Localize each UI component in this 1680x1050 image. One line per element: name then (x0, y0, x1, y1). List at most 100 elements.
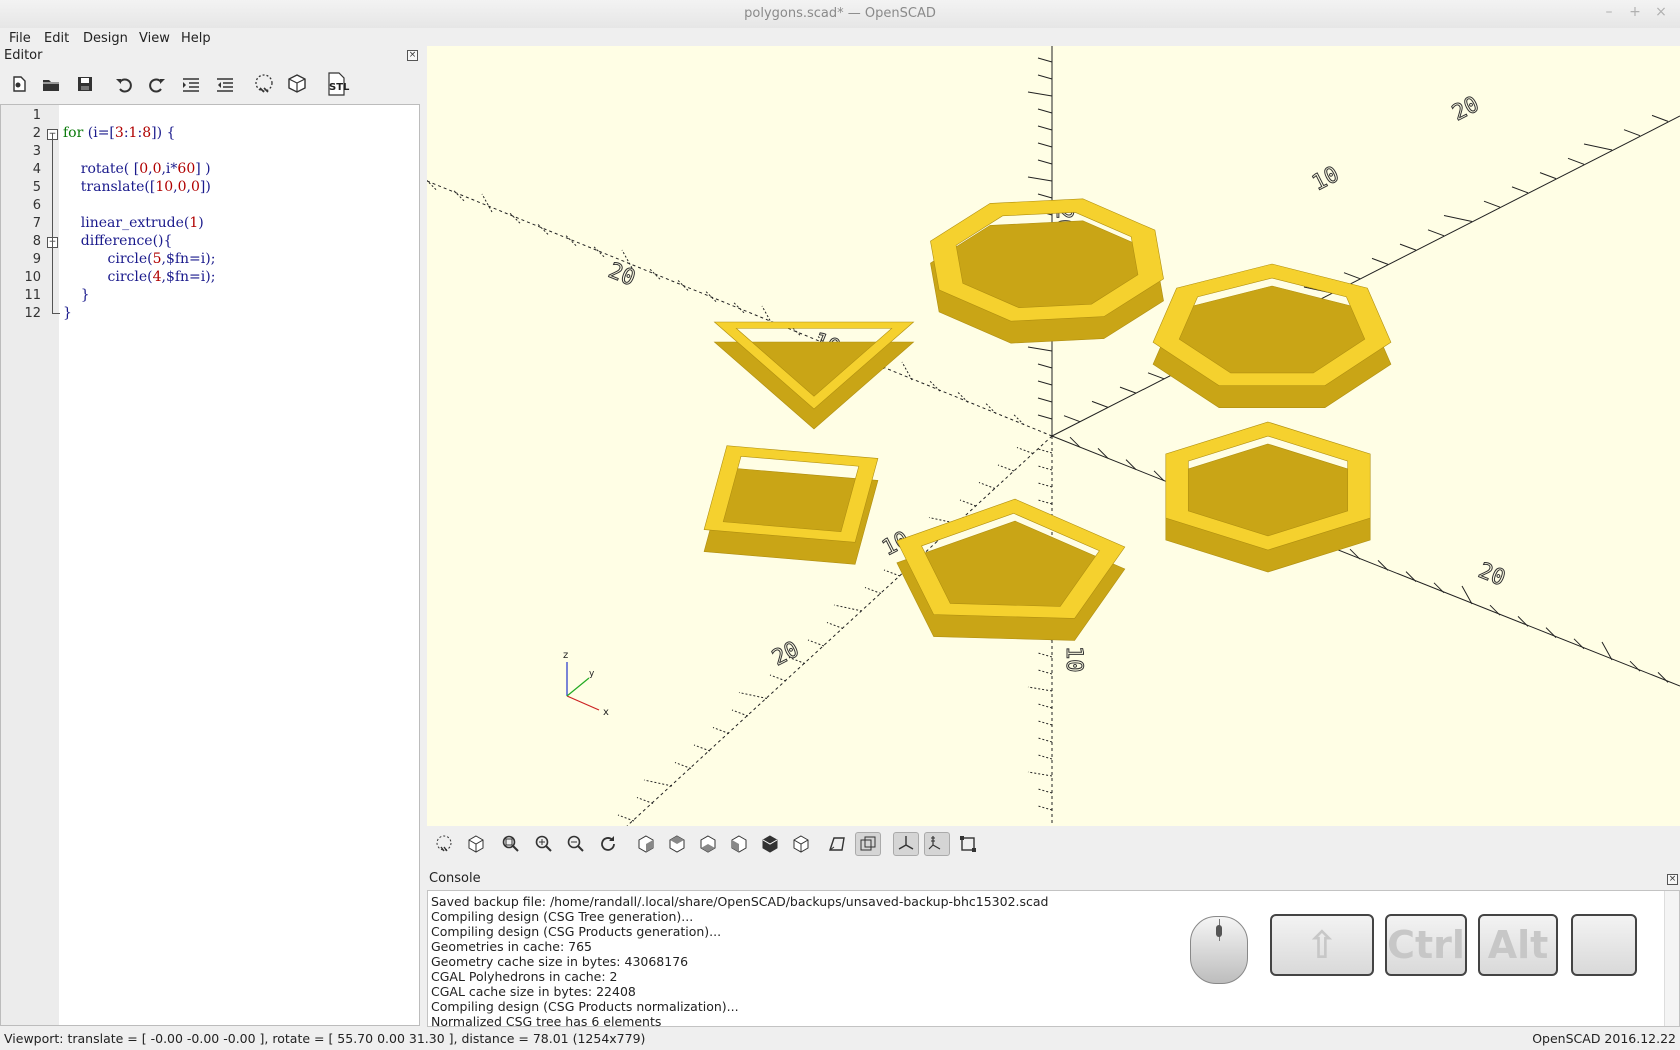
menu-file[interactable]: File (9, 31, 31, 46)
3d-viewport[interactable]: 20 10 10 20 10 20 10 20 10 20 z y x (427, 46, 1680, 826)
code-line[interactable]: 12} (1, 305, 421, 323)
view-back-icon[interactable] (788, 832, 814, 856)
zoom-in-icon[interactable] (531, 832, 557, 856)
view-left-icon[interactable] (726, 832, 752, 856)
view-bottom-icon[interactable] (695, 832, 721, 856)
tick-mark (1037, 74, 1053, 80)
undo-icon[interactable] (111, 71, 137, 97)
tick-mark (1037, 669, 1053, 675)
tick-mark (1489, 604, 1501, 616)
console-line: Saved backup file: /home/randall/.local/… (431, 894, 1049, 909)
tick-mark (1037, 788, 1053, 794)
tick-mark (1037, 125, 1053, 131)
menu-view[interactable]: View (139, 31, 170, 46)
view-front-icon[interactable] (757, 832, 783, 856)
tick-mark (617, 814, 635, 822)
console-line: Compiling design (CSG Products normaliza… (431, 999, 739, 1014)
close-icon[interactable]: × (1652, 4, 1670, 20)
menu-design[interactable]: Design (83, 31, 128, 46)
tick-mark (1027, 686, 1053, 692)
code-line[interactable]: 2−for (i=[3:1:8]) { (1, 125, 421, 143)
view-top-icon[interactable] (664, 832, 690, 856)
redo-icon[interactable] (144, 71, 170, 97)
blank-key-indicator (1571, 914, 1637, 976)
gizmo-x-label: x (603, 707, 609, 718)
code-line[interactable]: 11 } (1, 287, 421, 305)
line-number: 5 (32, 180, 41, 195)
code-line[interactable]: 4 rotate( [0,0,i*60] ) (1, 161, 421, 179)
open-file-icon[interactable] (38, 71, 64, 97)
code-line[interactable]: 10 circle(4,$fn=i); (1, 269, 421, 287)
editor-close-icon[interactable]: × (407, 50, 418, 61)
viewport-scene: 20 10 10 20 10 20 10 20 10 20 z y x (427, 46, 1680, 826)
code-line[interactable]: 7 linear_extrude(1) (1, 215, 421, 233)
preview-icon[interactable] (431, 832, 457, 856)
line-number: 11 (24, 288, 41, 303)
unindent-icon[interactable] (212, 71, 238, 97)
tick-mark (826, 622, 844, 629)
indent-icon[interactable] (178, 71, 204, 97)
render-icon[interactable] (284, 71, 310, 97)
line-number: 8 (32, 234, 41, 249)
tick-mark (1091, 400, 1109, 408)
tick-mark (1037, 193, 1053, 199)
tick-mark (978, 482, 996, 489)
tick-mark (1037, 465, 1053, 471)
menu-edit[interactable]: Edit (44, 31, 69, 46)
save-file-icon[interactable] (72, 71, 98, 97)
view-all-icon[interactable] (498, 832, 524, 856)
code-line[interactable]: 3 (1, 143, 421, 161)
code-line[interactable]: 1 (1, 107, 421, 125)
tick-mark (1037, 159, 1053, 165)
tick-mark (1153, 470, 1165, 482)
code-text: rotate( [0,0,i*60] ) (63, 161, 211, 177)
triangle-ring-side (713, 341, 915, 430)
axis-gizmo: z y x (563, 650, 609, 718)
tick-mark (864, 587, 882, 594)
tick-mark (1371, 257, 1389, 265)
code-text: linear_extrude(1) (63, 215, 204, 231)
line-number: 4 (32, 162, 41, 177)
mouse-icon (1190, 916, 1248, 984)
tick-mark (1037, 142, 1053, 148)
show-axes-icon[interactable] (893, 832, 919, 856)
code-line[interactable]: 9 circle(5,$fn=i); (1, 251, 421, 269)
render-icon[interactable] (463, 832, 489, 856)
show-edges-icon[interactable] (955, 832, 981, 856)
tick-mark (1037, 737, 1053, 743)
scale-label: 10 (1308, 162, 1343, 196)
console-line: CGAL cache size in bytes: 22408 (431, 984, 636, 999)
perspective-icon[interactable] (824, 832, 850, 856)
tick-mark (959, 499, 977, 507)
tick-mark (1377, 560, 1389, 571)
console-close-icon[interactable]: × (1667, 874, 1678, 885)
tick-mark (1037, 720, 1053, 726)
tick-mark (731, 709, 749, 717)
export-stl-icon[interactable]: STL (324, 71, 350, 97)
code-line[interactable]: 6 (1, 197, 421, 215)
console-line: Compiling design (CSG Tree generation)..… (431, 909, 694, 924)
code-editor[interactable]: 1 2−for (i=[3:1:8]) {3 4 rotate( [0,0,i*60… (0, 104, 420, 1026)
show-scale-ticks-icon[interactable] (924, 832, 950, 856)
orthogonal-icon[interactable] (855, 832, 881, 856)
tick-mark (1573, 638, 1585, 650)
maximize-icon[interactable]: + (1626, 4, 1644, 20)
minimize-icon[interactable]: – (1600, 4, 1618, 20)
view-right-icon[interactable] (633, 832, 659, 856)
menu-help[interactable]: Help (181, 31, 211, 46)
new-file-icon[interactable] (6, 71, 32, 97)
zoom-out-icon[interactable] (563, 832, 589, 856)
tick-mark (1037, 448, 1053, 454)
code-text: } (63, 305, 72, 321)
code-line[interactable]: 8− difference(){ (1, 233, 421, 251)
tick-mark (1399, 243, 1417, 251)
tick-mark (593, 246, 605, 258)
tick-mark (1016, 447, 1034, 454)
tick-mark (1037, 397, 1053, 403)
alt-key-indicator: Alt (1478, 914, 1558, 976)
preview-icon[interactable] (251, 71, 277, 97)
tick-mark (807, 639, 825, 647)
code-line[interactable]: 5 translate([10,0,0]) (1, 179, 421, 197)
console-scrollbar[interactable] (1664, 891, 1679, 1026)
reset-view-icon[interactable] (595, 832, 621, 856)
